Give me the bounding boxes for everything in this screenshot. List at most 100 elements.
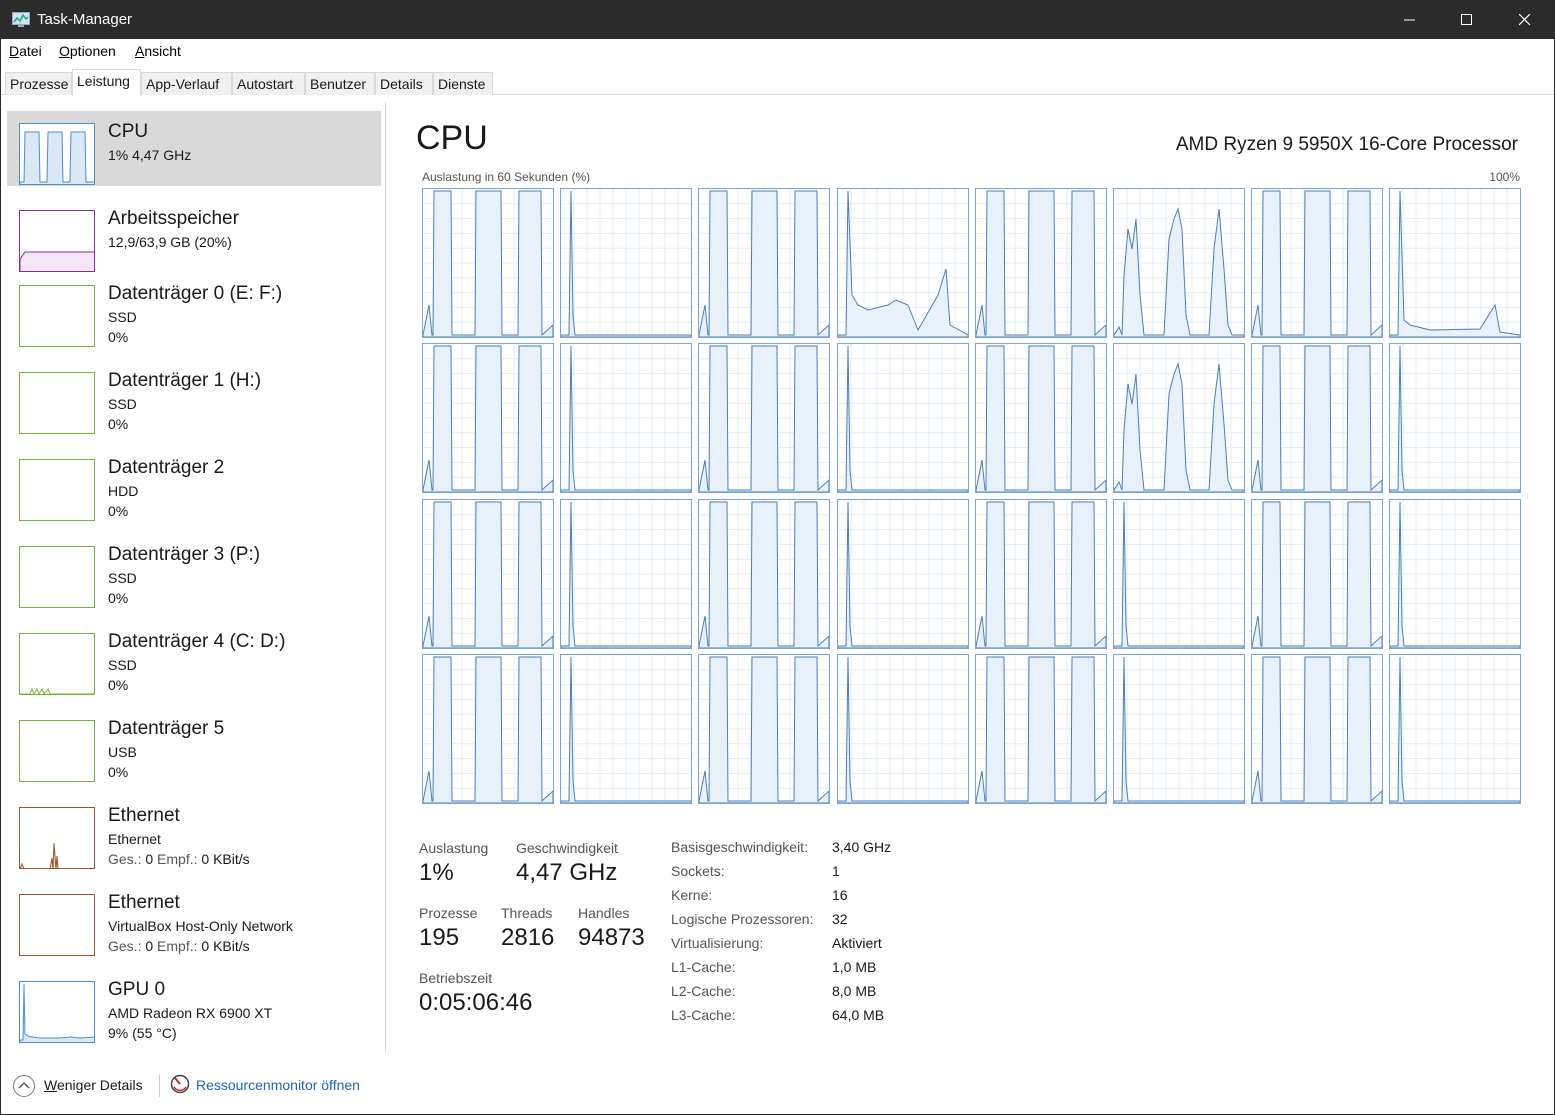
resource-disk-0[interactable]: Datenträger 0 (E: F:) SSD 0% bbox=[7, 273, 381, 348]
logical-processor-graph bbox=[1113, 498, 1245, 649]
logical-processor-graph bbox=[560, 653, 693, 804]
disk-5-thumbnail-graph bbox=[19, 720, 95, 782]
stat-betriebszeit-label: Betriebszeit bbox=[419, 970, 493, 986]
logical-processor-graph bbox=[1251, 653, 1384, 804]
stat-betriebszeit-value: 0:05:06:46 bbox=[419, 989, 533, 1016]
info-value: 32 bbox=[832, 911, 848, 927]
resource-disk-1[interactable]: Datenträger 1 (H:) SSD 0% bbox=[7, 360, 381, 435]
tab-autostart[interactable]: Autostart bbox=[232, 72, 305, 95]
resource-disk-4[interactable]: Datenträger 4 (C: D:) SSD 0% bbox=[7, 621, 381, 696]
disk-2-thumbnail-graph bbox=[19, 459, 95, 521]
fewer-details-label: eniger Details bbox=[56, 1077, 143, 1093]
fewer-details-button[interactable]: Weniger Details bbox=[44, 1077, 143, 1093]
logical-processor-graph bbox=[836, 188, 969, 338]
logical-processor-graph bbox=[974, 343, 1107, 494]
tab-dienste[interactable]: Dienste bbox=[433, 72, 493, 95]
logical-processor-graph bbox=[422, 498, 554, 649]
close-button[interactable] bbox=[1496, 1, 1554, 39]
disk-4-thumbnail-graph bbox=[19, 633, 95, 695]
info-value: 64,0 MB bbox=[832, 1007, 885, 1023]
tab-prozesse[interactable]: Prozesse bbox=[5, 72, 72, 95]
logical-processor-graphs bbox=[422, 188, 1522, 805]
menu-datei[interactable]: Datei bbox=[9, 43, 42, 59]
resource-disk-2-name: Datenträger 2 bbox=[108, 457, 225, 478]
menu-datei-label: atei bbox=[19, 43, 42, 59]
logical-processor-graph bbox=[1389, 653, 1522, 804]
resource-disk-5-usage: 0% bbox=[108, 764, 129, 780]
resource-ethernet-1-adapter: VirtualBox Host-Only Network bbox=[108, 918, 293, 934]
resource-ethernet-1[interactable]: Ethernet VirtualBox Host-Only Network Ge… bbox=[7, 882, 381, 957]
logical-processor-graph bbox=[698, 498, 831, 649]
disk-1-thumbnail-graph bbox=[19, 372, 95, 434]
tab-app-verlauf[interactable]: App-Verlauf bbox=[141, 72, 232, 95]
disk-3-thumbnail-graph bbox=[19, 546, 95, 608]
ethernet-1-send-value: 0 bbox=[145, 938, 154, 954]
minimize-button[interactable] bbox=[1381, 1, 1439, 39]
resource-disk-3[interactable]: Datenträger 3 (P:) SSD 0% bbox=[7, 534, 381, 609]
menu-optionen[interactable]: Optionen bbox=[59, 43, 116, 59]
info-value: 8,0 MB bbox=[832, 983, 877, 999]
resource-disk-5-name: Datenträger 5 bbox=[108, 718, 225, 739]
logical-processor-graph bbox=[698, 343, 831, 494]
resource-gpu-0[interactable]: GPU 0 AMD Radeon RX 6900 XT 9% (55 °C) bbox=[7, 969, 381, 1044]
logical-processor-graph bbox=[974, 188, 1107, 338]
resource-cpu[interactable]: CPU 1% 4,47 GHz bbox=[7, 111, 381, 186]
info-key: Kerne: bbox=[671, 887, 713, 903]
stat-handles-value: 94873 bbox=[578, 924, 645, 951]
resource-memory-name: Arbeitsspeicher bbox=[108, 208, 239, 229]
resource-cpu-name: CPU bbox=[108, 121, 149, 142]
resource-monitor-icon[interactable] bbox=[170, 1074, 190, 1094]
ethernet-1-recv-value: 0 KBit/s bbox=[201, 938, 250, 954]
footer: Weniger Details Ressourcenmonitor öffnen bbox=[1, 1061, 1554, 1113]
logical-processor-graph bbox=[698, 653, 831, 804]
stat-threads-value: 2816 bbox=[501, 924, 555, 951]
resource-ethernet-0-adapter: Ethernet bbox=[108, 831, 161, 847]
resource-ethernet-0[interactable]: Ethernet Ethernet Ges.: 0 Empf.: 0 KBit/… bbox=[7, 795, 381, 870]
menu-ansicht[interactable]: Ansicht bbox=[135, 43, 181, 59]
info-value: 16 bbox=[832, 887, 848, 903]
logical-processor-graph bbox=[974, 653, 1107, 804]
stat-betriebszeit: Betriebszeit 0:05:06:46 bbox=[419, 970, 532, 1017]
logical-processor-graph bbox=[422, 343, 554, 494]
tab-details[interactable]: Details bbox=[375, 72, 433, 95]
page-title: CPU bbox=[416, 119, 488, 157]
stat-prozesse-label: Prozesse bbox=[419, 905, 478, 921]
info-value: 1 bbox=[832, 863, 840, 879]
resource-disk-2[interactable]: Datenträger 2 HDD 0% bbox=[7, 447, 381, 522]
ethernet-1-recv-label: Empf.: bbox=[157, 938, 198, 954]
logical-processor-graph bbox=[1251, 498, 1384, 649]
resource-disk-1-name: Datenträger 1 (H:) bbox=[108, 370, 262, 391]
logical-processor-graph bbox=[1389, 498, 1522, 649]
menu-bar: Datei Optionen Ansicht bbox=[1, 40, 1554, 64]
resource-disk-0-name: Datenträger 0 (E: F:) bbox=[108, 283, 283, 304]
tab-benutzer[interactable]: Benutzer bbox=[305, 72, 375, 95]
graph-axis-label: Auslastung in 60 Sekunden (%) bbox=[422, 170, 591, 184]
resource-disk-0-type: SSD bbox=[108, 309, 137, 325]
resource-cpu-detail: 1% 4,47 GHz bbox=[108, 147, 192, 163]
resource-disk-2-type: HDD bbox=[108, 483, 139, 499]
info-value: 3,40 GHz bbox=[832, 839, 892, 855]
tab-leistung[interactable]: Leistung bbox=[72, 69, 141, 96]
maximize-button[interactable] bbox=[1438, 1, 1496, 39]
menu-ansicht-label: nsicht bbox=[144, 43, 181, 59]
resource-disk-5[interactable]: Datenträger 5 USB 0% bbox=[7, 708, 381, 783]
resource-monitor-link[interactable]: Ressourcenmonitor öffnen bbox=[196, 1077, 360, 1093]
resource-disk-5-type: USB bbox=[108, 744, 137, 760]
resource-disk-1-type: SSD bbox=[108, 396, 137, 412]
resource-disk-3-type: SSD bbox=[108, 570, 137, 586]
menu-optionen-label: ptionen bbox=[69, 43, 116, 59]
title-bar: Task-Manager bbox=[1, 1, 1554, 39]
logical-processor-graph bbox=[1113, 653, 1245, 804]
resource-disk-1-usage: 0% bbox=[108, 416, 129, 432]
minimize-icon bbox=[1404, 19, 1415, 21]
info-key: L3-Cache: bbox=[671, 1007, 736, 1023]
info-key: L2-Cache: bbox=[671, 983, 736, 999]
tab-bar: Prozesse Leistung App-Verlauf Autostart … bbox=[1, 69, 1554, 96]
resource-gpu-0-name: GPU 0 bbox=[108, 979, 166, 1000]
resource-disk-4-usage: 0% bbox=[108, 677, 129, 693]
graph-max-label: 100% bbox=[1489, 170, 1520, 184]
chevron-up-icon[interactable] bbox=[13, 1075, 35, 1097]
resource-memory[interactable]: Arbeitsspeicher 12,9/63,9 GB (20%) bbox=[7, 198, 381, 273]
resource-list: CPU 1% 4,47 GHz Arbeitsspeicher 12,9/63,… bbox=[1, 102, 386, 1052]
resource-ethernet-1-throughput: Ges.: 0 Empf.: 0 KBit/s bbox=[108, 938, 250, 954]
